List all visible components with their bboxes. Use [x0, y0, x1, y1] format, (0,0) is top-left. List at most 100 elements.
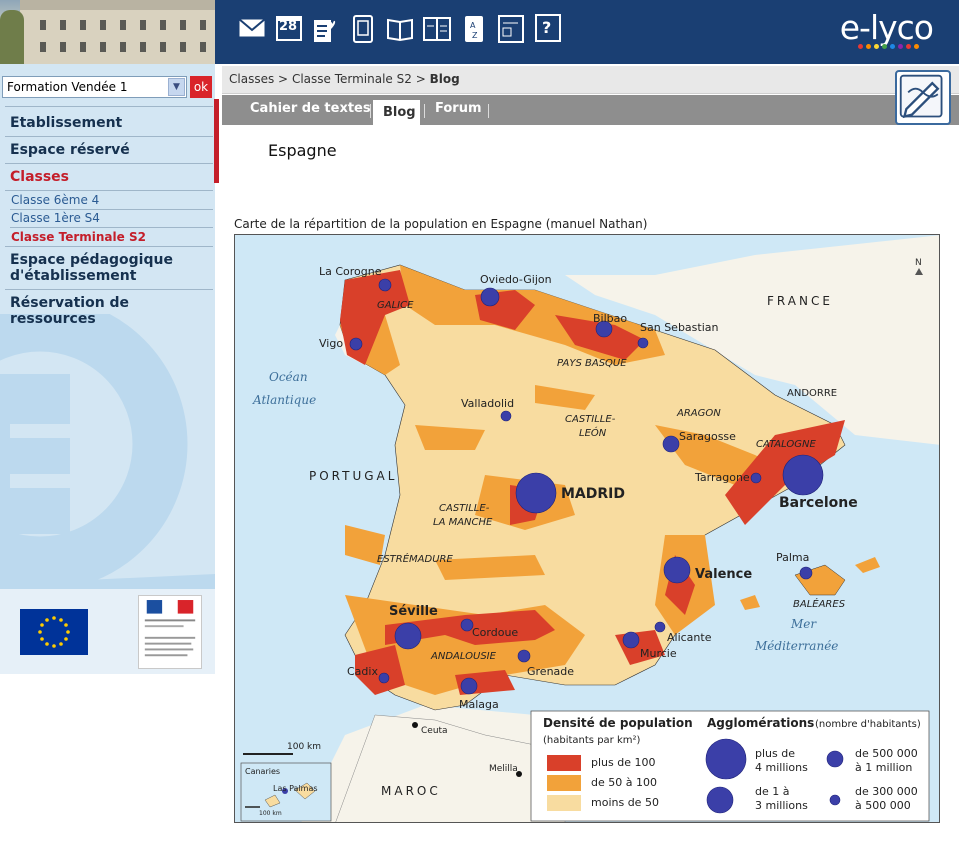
classes-active-indicator: [214, 99, 219, 183]
svg-text:Z: Z: [472, 31, 478, 40]
breadcrumb-separator: >: [415, 72, 426, 86]
legend-agglo-item: de 500 000: [855, 747, 918, 760]
inset-scale-label: 100 km: [259, 810, 282, 817]
contacts-icon[interactable]: AZ: [456, 8, 491, 48]
brand-dots: [858, 44, 919, 49]
legend-density-item: plus de 100: [591, 756, 655, 769]
sidebar: Formation Vendée 1 ▼ ok Etablissement Es…: [0, 64, 215, 589]
region-label-andalousie: ANDALOUSIE: [430, 651, 497, 662]
legend-agglo-subtitle: (nombre d'habitants): [815, 719, 921, 730]
breadcrumb-separator: >: [278, 72, 289, 86]
legend-agglo-item: à 500 000: [855, 799, 911, 812]
legend-density-title: Densité de population: [543, 716, 693, 730]
page: 28 AZ ? e-lyco Formation Vendée 1 ▼ ok E…: [0, 0, 959, 857]
open-book-icon[interactable]: [382, 8, 417, 48]
legend-density-subtitle: (habitants par km²): [543, 735, 640, 746]
sea-label-ocean: Atlantique: [252, 393, 316, 407]
divider: [5, 106, 213, 107]
nav-class-terminale-s2[interactable]: Classe Terminale S2: [11, 230, 146, 244]
ok-button[interactable]: ok: [190, 76, 212, 98]
region-label-aragon: ARAGON: [676, 408, 721, 419]
partner-logos: [0, 589, 215, 674]
planner-icon[interactable]: [419, 8, 454, 48]
nav-class-6eme-4[interactable]: Classe 6ème 4: [11, 193, 99, 207]
nav-etablissement[interactable]: Etablissement: [10, 115, 122, 131]
city-label-las-palmas: Las Palmas: [273, 784, 318, 793]
city-label-barcelone: Barcelone: [779, 495, 858, 511]
divider: [10, 209, 213, 210]
page-title: Espagne: [268, 141, 337, 160]
legend-agglo-item: plus de: [755, 747, 795, 760]
scale-label: 100 km: [287, 742, 321, 752]
edit-blog-icon[interactable]: [895, 70, 951, 125]
spain-population-map: N La Corogne Oviedo-Gijon Bilbao San Seb…: [234, 234, 940, 823]
region-label-castille-leon: CASTILLE-: [565, 414, 616, 425]
city-label-alicante: Alicante: [667, 631, 712, 644]
preferences-icon[interactable]: [493, 8, 528, 48]
nav-espace-pedagogique-line1: Espace pédagogique: [10, 252, 173, 268]
mail-icon[interactable]: [234, 8, 269, 48]
city-label-la-corogne: La Corogne: [319, 265, 382, 278]
country-label-andorre: ANDORRE: [787, 388, 837, 399]
calendar-icon[interactable]: 28: [271, 8, 306, 48]
city-label-murcie: Murcie: [640, 647, 677, 660]
sea-label-ocean: Océan: [269, 370, 308, 384]
chevron-down-icon[interactable]: ▼: [168, 78, 185, 96]
region-label-estremadure: ESTRÉMADURE: [377, 552, 453, 565]
legend-agglo-item: 4 millions: [755, 761, 808, 774]
nav-espace-reserve[interactable]: Espace réservé: [10, 142, 130, 158]
nav-reservation[interactable]: Réservation de ressources: [10, 295, 129, 327]
region-label-pays-basque: PAYS BASQUE: [557, 358, 627, 369]
region-label-castille-la-manche: CASTILLE-: [439, 503, 490, 514]
header-photo: [0, 0, 215, 64]
nav-espace-pedagogique[interactable]: Espace pédagogique d'établissement: [10, 252, 173, 284]
map-svg: N La CorogneOviedo-GijonBilbaoSan Sebast…: [235, 235, 939, 822]
nav-classes[interactable]: Classes: [10, 169, 69, 185]
formation-select[interactable]: Formation Vendée 1 ▼: [2, 76, 187, 98]
nav-espace-pedagogique-line2: d'établissement: [10, 268, 137, 284]
divider: [5, 136, 213, 137]
brand-dot: [914, 44, 919, 49]
sea-label-mer: Méditerranée: [754, 639, 838, 653]
brand-dot: [858, 44, 863, 49]
divider: [488, 104, 489, 118]
nav-reservation-line2: ressources: [10, 311, 96, 327]
breadcrumb-classes[interactable]: Classes: [229, 72, 274, 86]
legend-agglo-item: de 1 à: [755, 785, 789, 798]
brand-dot: [882, 44, 887, 49]
tabs-bar: Cahier de textes Forum: [222, 95, 959, 125]
city-label-madrid: MADRID: [561, 486, 625, 502]
city-label-tarragone: Tarragone: [694, 471, 750, 484]
tab-cahier-de-textes[interactable]: Cahier de textes: [250, 101, 371, 116]
header: 28 AZ ? e-lyco: [0, 0, 959, 64]
breadcrumb-class[interactable]: Classe Terminale S2: [292, 72, 412, 86]
divider: [5, 246, 213, 247]
nav-class-1ere-s4[interactable]: Classe 1ère S4: [11, 211, 100, 225]
tab-forum[interactable]: Forum: [435, 101, 482, 116]
legend-agglo-item: à 1 million: [855, 761, 912, 774]
tab-blog[interactable]: Blog: [373, 100, 420, 125]
brand-dot: [874, 44, 879, 49]
city-label-cadix: Cadix: [347, 665, 378, 678]
country-label-portugal: PORTUGAL: [309, 469, 397, 483]
help-glyph: ?: [542, 18, 552, 37]
city-label-cordoue: Cordoue: [472, 626, 518, 639]
help-icon[interactable]: ?: [530, 8, 565, 48]
tablet-icon[interactable]: [345, 8, 380, 48]
divider: [5, 190, 213, 191]
city-label-valladolid: Valladolid: [461, 397, 514, 410]
city-label-san-sebastian: San Sebastian: [640, 321, 719, 334]
brand-dot: [898, 44, 903, 49]
legend-density-item: de 50 à 100: [591, 776, 657, 789]
breadcrumb-bar: Classes > Classe Terminale S2 > Blog: [222, 66, 959, 94]
favorites-icon[interactable]: [308, 8, 343, 48]
country-label-maroc: MAROC: [381, 784, 441, 798]
divider: [370, 104, 371, 118]
city-label-vigo: Vigo: [319, 337, 343, 350]
brand-logo: e-lyco: [839, 8, 934, 47]
city-label-ceuta: Ceuta: [421, 726, 448, 736]
republique-francaise-logo: [138, 595, 202, 669]
nav-reservation-line1: Réservation de: [10, 295, 130, 311]
toolbar: 28 AZ ?: [234, 8, 567, 52]
region-label-catalogne: CATALOGNE: [756, 439, 816, 450]
